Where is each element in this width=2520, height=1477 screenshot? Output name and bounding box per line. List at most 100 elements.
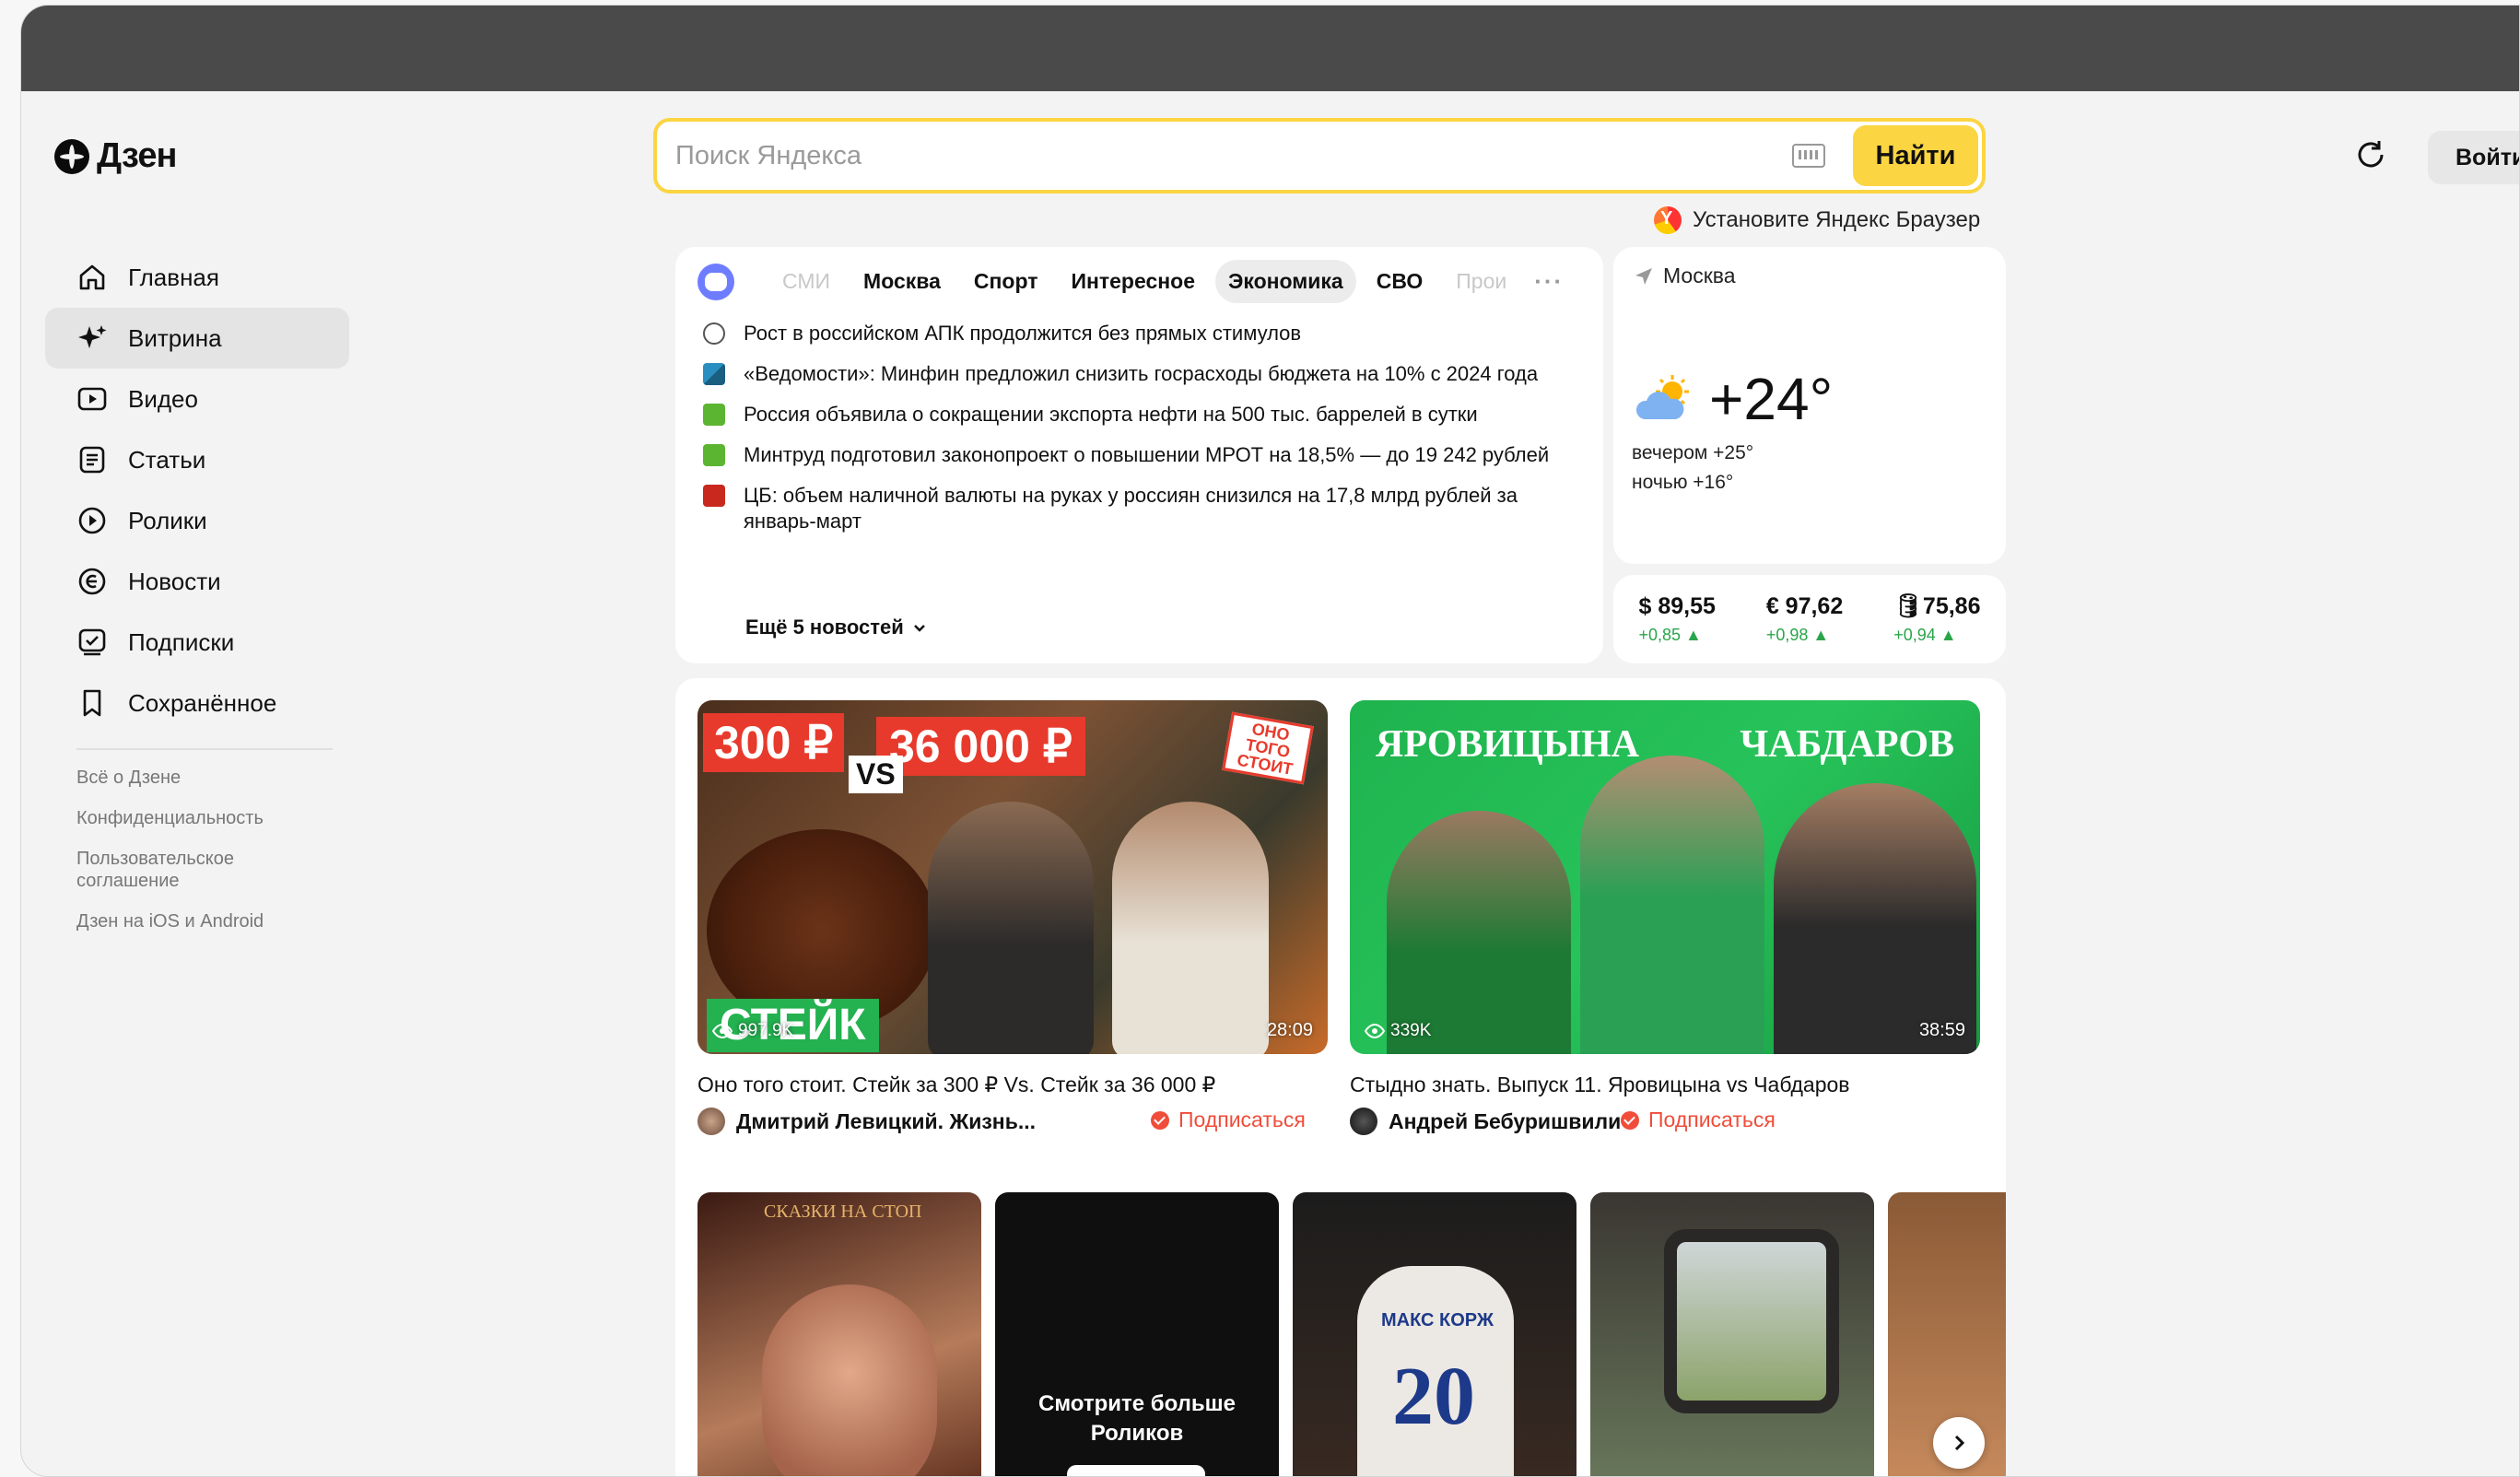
apps-link[interactable]: Дзен на iOS и Android <box>45 910 322 932</box>
login-button[interactable]: Войти <box>2428 131 2519 184</box>
video-views: 997.9K <box>712 1021 793 1041</box>
tab-sport[interactable]: Спорт <box>961 260 1051 303</box>
short-card[interactable] <box>1590 1192 1874 1476</box>
train-window-image <box>1664 1229 1839 1413</box>
video-author[interactable]: Андрей Бебуришвили <box>1350 1108 1621 1135</box>
sidebar-item-label: Подписки <box>128 627 235 656</box>
news-item[interactable]: «Ведомости»: Минфин предложил снизить го… <box>703 361 1569 387</box>
source-icon <box>703 363 725 385</box>
news-icon <box>78 568 106 595</box>
about-link[interactable]: Всё о Дзене <box>45 767 322 789</box>
news-item[interactable]: Рост в российском АПК продолжится без пр… <box>703 321 1569 346</box>
window-titlebar <box>21 6 2519 91</box>
news-headline: Россия объявила о сокращении экспорта не… <box>744 403 1478 426</box>
person-image <box>1774 783 1976 1054</box>
short-promo-button[interactable] <box>1067 1465 1205 1476</box>
eye-icon <box>1365 1024 1385 1038</box>
currency-value: € 97,62 <box>1765 593 1844 619</box>
news-item[interactable]: Минтруд подготовил законопроект о повыше… <box>703 442 1569 468</box>
person-image <box>1580 756 1764 1054</box>
sidebar-item-saved[interactable]: Сохранённое <box>45 673 349 733</box>
verified-icon <box>1621 1110 1639 1130</box>
weather-widget[interactable]: Москва +24° вечером +25° ночью +16° <box>1613 247 2006 564</box>
currency-delta: +0,98 ▲ <box>1765 626 1830 644</box>
sidebar-item-video[interactable]: Видео <box>45 369 349 429</box>
weather-city: Москва <box>1663 264 1736 287</box>
video-title[interactable]: Оно того стоит. Стейк за 300 ₽ Vs. Стейк… <box>697 1073 1215 1097</box>
tab-media[interactable]: СМИ <box>769 260 843 303</box>
tab-other[interactable]: Прои <box>1443 260 1519 303</box>
partly-cloudy-icon <box>1635 375 1689 419</box>
currency-value: $ 89,55 <box>1638 593 1716 619</box>
sidebar-item-home[interactable]: Главная <box>45 247 349 308</box>
jersey-number: 20 <box>1392 1351 1475 1442</box>
news-headline: Минтруд подготовил законопроект о повыше… <box>744 443 1550 466</box>
subscribe-button[interactable]: Подписаться <box>1621 1108 1776 1132</box>
next-arrow-button[interactable] <box>1933 1417 1985 1469</box>
weather-forecast: вечером +25° ночью +16° <box>1632 439 1753 498</box>
keyboard-icon[interactable] <box>1792 144 1825 168</box>
tab-moscow[interactable]: Москва <box>850 260 954 303</box>
short-caption: СКАЗКИ НА СТОП <box>764 1202 922 1222</box>
search-input[interactable] <box>657 139 1792 172</box>
person-image <box>1387 811 1571 1054</box>
sidebar-item-news[interactable]: Новости <box>45 551 349 612</box>
video-duration: 28:09 <box>1266 1020 1313 1040</box>
browser-promo[interactable]: Y Установите Яндекс Браузер <box>1654 206 1980 234</box>
video-thumbnail[interactable]: ЯРОВИЦЫНА ЧАБДАРОВ 339K 38:59 <box>1350 700 1980 1054</box>
verified-icon <box>1151 1110 1169 1130</box>
source-icon <box>703 444 725 466</box>
sidebar-item-label: Статьи <box>128 445 206 474</box>
jersey-name: МАКС КОРЖ <box>1381 1310 1494 1330</box>
refresh-icon[interactable] <box>2352 136 2389 173</box>
tab-economy[interactable]: Экономика <box>1215 260 1356 303</box>
news-headline: ЦБ: объем наличной валюты на руках у рос… <box>744 484 1518 533</box>
news-item[interactable]: Россия объявила о сокращении экспорта не… <box>703 402 1569 428</box>
subscribe-label: Подписаться <box>1178 1108 1306 1131</box>
short-card[interactable]: СКАЗКИ НА СТОП <box>697 1192 981 1476</box>
subscribe-label: Подписаться <box>1648 1108 1776 1131</box>
sidebar-item-label: Ролики <box>128 506 207 534</box>
terms-link[interactable]: Пользовательское соглашение <box>45 848 248 892</box>
location-arrow-icon <box>1635 267 1652 285</box>
privacy-link[interactable]: Конфиденциальность <box>45 807 322 829</box>
currency-value: 🛢75,86 <box>1893 593 1981 619</box>
short-card[interactable]: МАКС КОРЖ 20 <box>1293 1192 1576 1476</box>
chevron-right-icon <box>1954 1435 1965 1451</box>
tab-svo[interactable]: СВО <box>1364 260 1436 303</box>
more-news-label: Ещё 5 новостей <box>745 615 904 639</box>
sidebar-item-shorts[interactable]: Ролики <box>45 490 349 551</box>
weather-location: Москва <box>1634 264 1736 288</box>
short-promo-card[interactable]: Смотрите больше Роликов <box>995 1192 1279 1476</box>
video-author[interactable]: Дмитрий Левицкий. Жизнь... <box>697 1108 1036 1135</box>
author-name: Андрей Бебуришвили <box>1389 1108 1622 1133</box>
thumb-right-name: ЧАБДАРОВ <box>1740 723 1954 766</box>
video-thumbnail[interactable]: 300 ₽ 36 000 ₽ VS ОНО ТОГО СТОИТ СТЕЙК 9… <box>697 700 1328 1054</box>
video-title[interactable]: Стыдно знать. Выпуск 11. Яровицына vs Ча… <box>1350 1073 1850 1097</box>
home-icon <box>79 264 105 290</box>
news-headline: «Ведомости»: Минфин предложил снизить го… <box>744 362 1539 385</box>
search-button[interactable]: Найти <box>1853 125 1978 186</box>
search-bar: Найти <box>653 118 1986 193</box>
more-tabs-icon[interactable]: ··· <box>1534 267 1564 296</box>
currency-widget[interactable]: $ 89,55 +0,85 ▲ € 97,62 +0,98 ▲ 🛢75,86 +… <box>1613 575 2006 663</box>
dzen-logo[interactable]: Дзен <box>54 136 177 176</box>
subscribe-button[interactable]: Подписаться <box>1151 1108 1306 1132</box>
article-icon <box>79 446 105 474</box>
sidebar-item-showcase[interactable]: Витрина <box>45 308 349 369</box>
video-icon <box>77 387 107 411</box>
sidebar-item-subscriptions[interactable]: Подписки <box>45 612 349 673</box>
sidebar-divider <box>76 748 333 750</box>
sidebar-item-articles[interactable]: Статьи <box>45 429 349 490</box>
more-news-button[interactable]: Ещё 5 новостей <box>745 615 928 639</box>
currency-delta: +0,85 ▲ <box>1638 626 1702 644</box>
tab-interesting[interactable]: Интересное <box>1058 260 1208 303</box>
video-duration: 38:59 <box>1918 1020 1965 1040</box>
news-item[interactable]: ЦБ: объем наличной валюты на руках у рос… <box>703 483 1569 534</box>
news-source-icon <box>697 263 734 300</box>
video-views: 339K <box>1365 1021 1431 1041</box>
currency-oil: 🛢75,86 +0,94 ▲ <box>1893 593 1980 663</box>
author-name: Дмитрий Левицкий. Жизнь... <box>736 1108 1036 1133</box>
sidebar: Главная Витрина Видео Статьи Ролики Ново… <box>45 247 349 951</box>
shorts-icon <box>78 507 106 534</box>
